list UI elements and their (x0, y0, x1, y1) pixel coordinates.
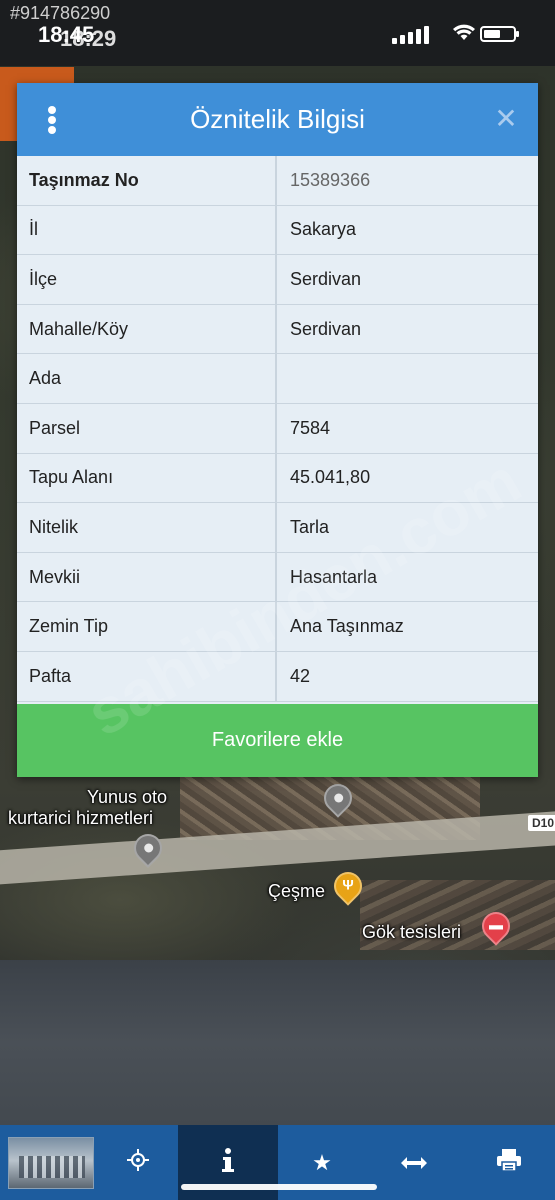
attribute-value: 42 (290, 665, 311, 686)
table-row: Taşınmaz No 15389366 (17, 156, 538, 206)
road-number-badge: D10 (528, 815, 555, 831)
table-row: Nitelik Tarla (17, 503, 538, 553)
dialog-title: Öznitelik Bilgisi (190, 104, 365, 134)
attribute-key: Nitelik (17, 503, 277, 552)
layer-thumbnail (8, 1137, 94, 1189)
map-label-kurtarici[interactable]: kurtarici hizmetleri (8, 808, 153, 829)
measure-icon (401, 1150, 427, 1176)
table-row: Mahalle/Köy Serdivan (17, 304, 538, 355)
attribute-key: Tapu Alanı (17, 453, 277, 503)
attribute-key: Pafta (17, 651, 277, 701)
table-row: İlçe Serdivan (17, 255, 538, 305)
attribute-value: Tarla (290, 516, 330, 537)
attribute-value: 45.041,80 (290, 467, 371, 488)
table-row: İl Sakarya (17, 205, 538, 256)
attribute-key: İl (17, 205, 277, 255)
home-indicator[interactable] (181, 1184, 377, 1190)
print-icon (496, 1148, 521, 1177)
map-label-cesme[interactable]: Çeşme (268, 881, 325, 902)
attribute-value: Ana Taşınmaz (290, 616, 404, 637)
measure-button[interactable] (366, 1125, 462, 1200)
add-to-favorites-button[interactable]: Favorilere ekle (17, 704, 538, 777)
table-row: Ada (17, 354, 538, 404)
table-row: Mevkii Hasantarla (17, 552, 538, 603)
table-row: Pafta 42 (17, 651, 538, 702)
star-icon: ★ (312, 1149, 332, 1175)
table-row: Parsel 7584 (17, 403, 538, 454)
attribute-value: Sakarya (290, 219, 357, 240)
table-row: Tapu Alanı 45.041,80 (17, 453, 538, 504)
attribute-info-dialog: Öznitelik Bilgisi ✕ Taşınmaz No 15389366 İ… (17, 83, 538, 777)
print-button[interactable] (462, 1125, 555, 1200)
attribute-key: Ada (17, 354, 277, 403)
map-label-gok-tesisleri[interactable]: Gök tesisleri (362, 922, 461, 943)
listing-id-watermark: #914786290 (10, 3, 111, 23)
attribute-value: Hasantarla (290, 566, 378, 587)
attribute-key: Zemin Tip (17, 602, 277, 651)
dialog-header: Öznitelik Bilgisi ✕ (17, 83, 538, 156)
close-icon[interactable]: ✕ (492, 105, 520, 133)
table-row: Zemin Tip Ana Taşınmaz (17, 602, 538, 652)
status-bar: #914786290 18:29 18:45 (0, 0, 555, 66)
attribute-key: Taşınmaz No (17, 156, 277, 205)
status-time: 18:45 (38, 22, 95, 47)
map-water-area (0, 960, 555, 1125)
locate-icon (127, 1148, 149, 1177)
attribute-value: Serdivan (290, 268, 362, 289)
wifi-icon (452, 22, 476, 48)
map-label-yunus-oto[interactable]: Yunus oto (87, 787, 167, 808)
attribute-key: İlçe (17, 255, 277, 304)
locate-button[interactable] (98, 1125, 178, 1200)
signal-strength-icon (392, 24, 442, 44)
attribute-value: Serdivan (290, 318, 362, 339)
attribute-key: Parsel (17, 403, 277, 453)
info-icon (222, 1147, 234, 1178)
attribute-key: Mevkii (17, 552, 277, 602)
layer-thumbnail-button[interactable] (0, 1125, 98, 1200)
attribute-key: Mahalle/Köy (17, 304, 277, 354)
attribute-value: 15389366 (290, 169, 371, 190)
attribute-value (279, 354, 538, 403)
attribute-value: 7584 (290, 417, 331, 438)
battery-icon (480, 26, 519, 42)
attribute-table: Taşınmaz No 15389366 İl Sakarya İlçe Serdivan… (17, 156, 538, 702)
